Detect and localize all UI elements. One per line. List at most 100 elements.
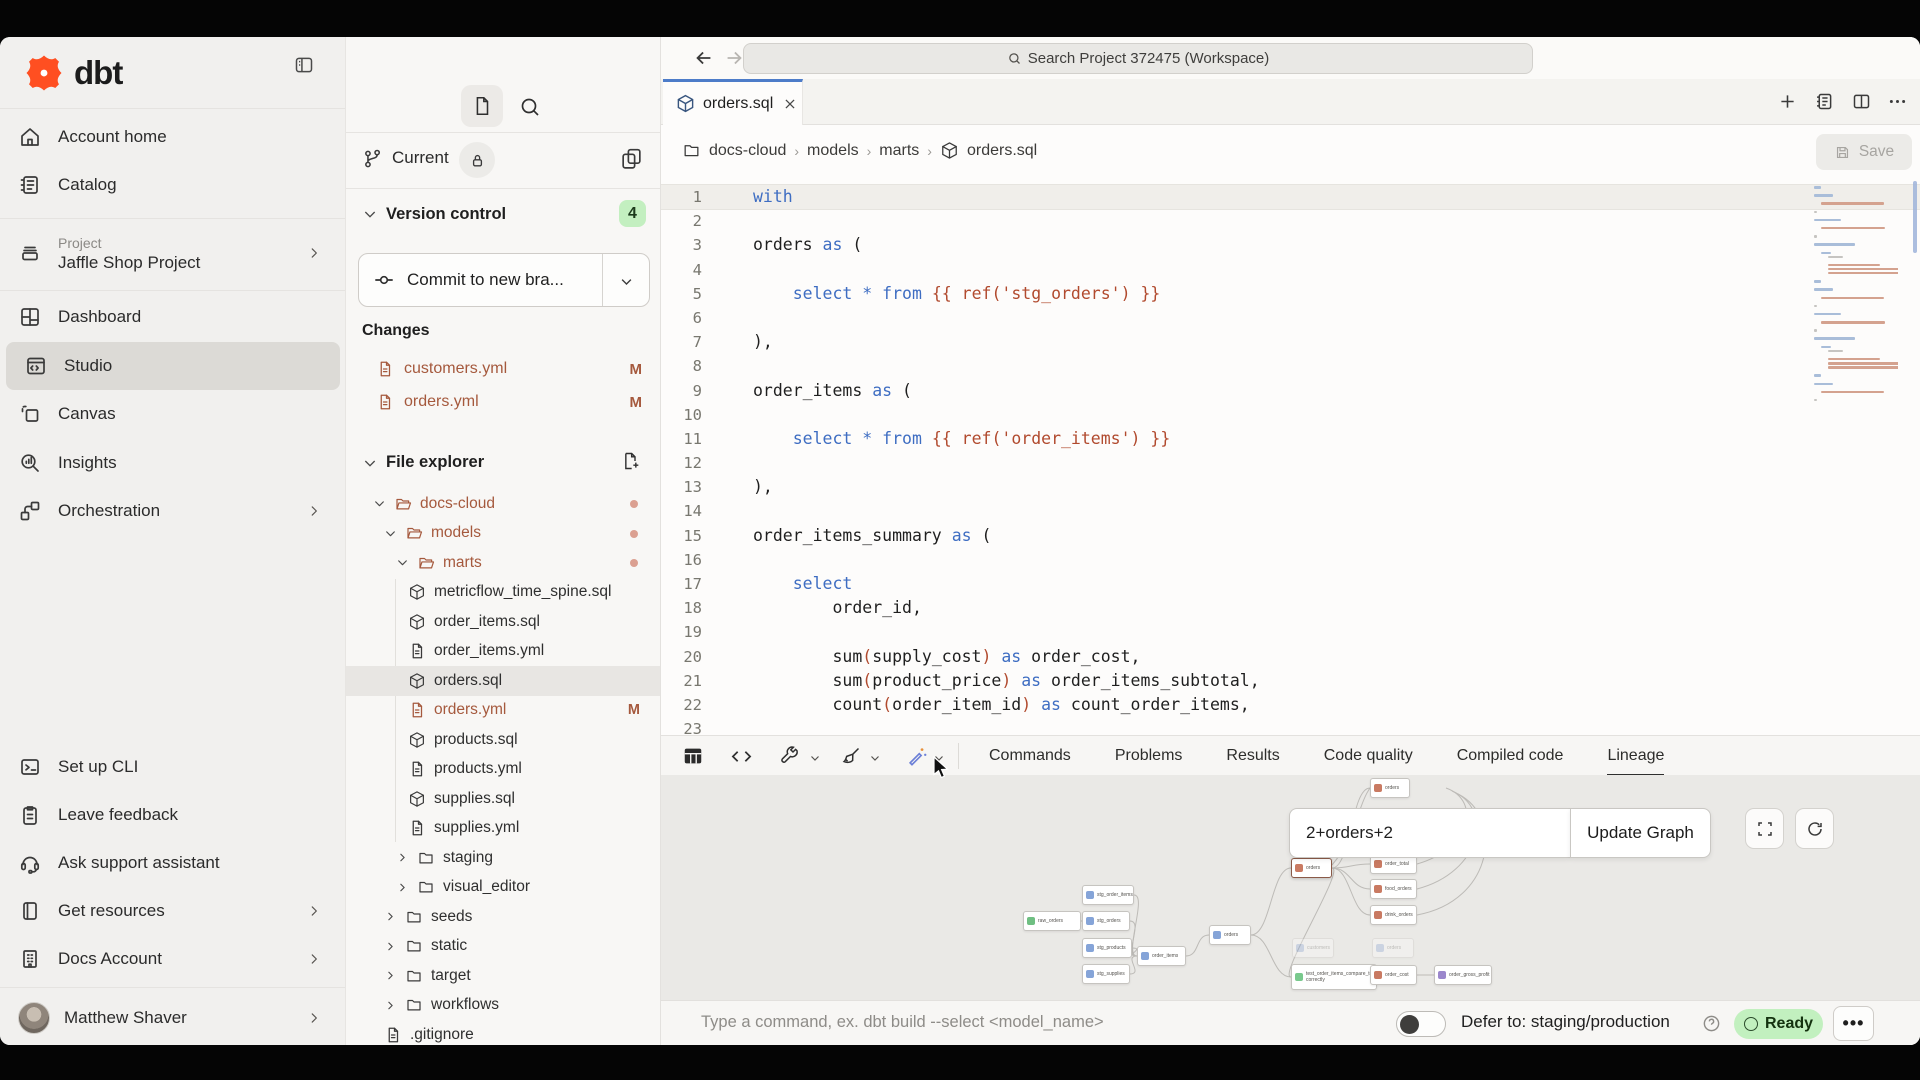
tree-item-orders-sql[interactable]: orders.sql bbox=[346, 666, 660, 696]
lineage-node-orders[interactable]: orders bbox=[1370, 778, 1410, 798]
breadcrumb-item[interactable]: marts bbox=[879, 142, 919, 160]
tree-item-models[interactable]: models bbox=[346, 519, 660, 549]
chevron-right-icon[interactable] bbox=[384, 999, 397, 1012]
tree-item-seeds[interactable]: seeds bbox=[346, 902, 660, 932]
breadcrumb-item[interactable]: orders.sql bbox=[967, 142, 1037, 160]
sidebar-item-catalog[interactable]: Catalog bbox=[0, 161, 345, 209]
copy-files-icon[interactable] bbox=[619, 146, 644, 171]
sidebar-item-dashboard[interactable]: Dashboard bbox=[0, 293, 345, 341]
lineage-node-stg-supplies[interactable]: stg_supplies bbox=[1082, 964, 1130, 984]
files-view-button[interactable] bbox=[461, 85, 503, 127]
sidebar-item-get-resources[interactable]: Get resources bbox=[0, 887, 345, 935]
lineage-node-raw-orders[interactable]: raw_orders bbox=[1023, 911, 1081, 931]
build-dropdown-icon[interactable] bbox=[809, 752, 821, 764]
lineage-node-customers[interactable]: customers bbox=[1292, 938, 1334, 958]
lineage-node-food-orders[interactable]: food_orders bbox=[1370, 879, 1417, 899]
tree-item-order-items-yml[interactable]: order_items.yml bbox=[346, 637, 660, 667]
breadcrumb-item[interactable]: docs-cloud bbox=[709, 142, 786, 160]
lineage-node-stg-orders[interactable]: stg_orders bbox=[1082, 911, 1130, 931]
tab-results[interactable]: Results bbox=[1226, 736, 1279, 776]
tree-item-orders-yml[interactable]: orders.ymlM bbox=[346, 696, 660, 726]
save-button[interactable]: Save bbox=[1816, 134, 1912, 170]
tree-item-marts[interactable]: marts bbox=[346, 548, 660, 578]
lineage-node-orders[interactable]: orders bbox=[1372, 938, 1414, 958]
tab-commands[interactable]: Commands bbox=[989, 736, 1071, 776]
build-wrench-icon[interactable] bbox=[779, 745, 800, 766]
defer-toggle[interactable] bbox=[1396, 1011, 1446, 1037]
help-icon[interactable] bbox=[1702, 1014, 1721, 1033]
lineage-node-order-gross-profit[interactable]: order_gross_profit bbox=[1434, 965, 1492, 985]
sidebar-item-insights[interactable]: Insights bbox=[0, 439, 345, 487]
tab-compiled-code[interactable]: Compiled code bbox=[1457, 736, 1564, 776]
tree-item-docs-cloud[interactable]: docs-cloud bbox=[346, 489, 660, 519]
sidebar-item-project[interactable]: ProjectJaffle Shop Project bbox=[0, 223, 345, 283]
file-explorer-chevron-icon[interactable] bbox=[362, 455, 378, 471]
sidebar-item-leave-feedback[interactable]: Leave feedback bbox=[0, 791, 345, 839]
lineage-node-order-cost[interactable]: order_cost bbox=[1370, 965, 1417, 985]
chevron-right-icon[interactable] bbox=[384, 910, 397, 923]
tree-item-target[interactable]: target bbox=[346, 961, 660, 991]
chevron-right-icon[interactable] bbox=[396, 881, 409, 894]
lineage-node-order-items[interactable]: order_items bbox=[1137, 946, 1186, 966]
refresh-button[interactable] bbox=[1795, 808, 1834, 849]
tree-item-visual-editor[interactable]: visual_editor bbox=[346, 873, 660, 903]
catalog-panel-icon[interactable] bbox=[1814, 91, 1835, 112]
commit-button[interactable]: Commit to new bra... bbox=[358, 253, 650, 307]
new-file-icon[interactable] bbox=[620, 451, 640, 471]
tab-orders-sql[interactable]: orders.sql bbox=[663, 79, 803, 125]
chevron-right-icon[interactable] bbox=[384, 940, 397, 953]
clean-broom-icon[interactable] bbox=[841, 745, 862, 766]
update-graph-button[interactable]: Update Graph bbox=[1570, 808, 1711, 858]
tree-item-workflows[interactable]: workflows bbox=[346, 991, 660, 1021]
sidebar-item-set-up-cli[interactable]: Set up CLI bbox=[0, 743, 345, 791]
tab-problems[interactable]: Problems bbox=[1115, 736, 1183, 776]
tree-item-order-items-sql[interactable]: order_items.sql bbox=[346, 607, 660, 637]
version-control-chevron-icon[interactable] bbox=[362, 206, 378, 222]
chevron-right-icon[interactable] bbox=[384, 969, 397, 982]
lineage-node-orders[interactable]: orders bbox=[1209, 925, 1251, 945]
panel-search-icon[interactable] bbox=[518, 95, 542, 119]
magic-wand-icon[interactable] bbox=[906, 745, 928, 767]
status-more-button[interactable]: ••• bbox=[1833, 1006, 1874, 1041]
tree-item-staging[interactable]: staging bbox=[346, 843, 660, 873]
breadcrumb-item[interactable]: models bbox=[807, 142, 859, 160]
sidebar-item-docs-account[interactable]: Docs Account bbox=[0, 935, 345, 983]
lineage-selector-input[interactable]: 2+orders+2 bbox=[1289, 808, 1570, 858]
back-arrow-icon[interactable] bbox=[693, 47, 715, 69]
tree-item-static[interactable]: static bbox=[346, 932, 660, 962]
close-tab-icon[interactable] bbox=[783, 97, 797, 111]
sidebar-item-account-home[interactable]: Account home bbox=[0, 113, 345, 161]
lineage-node-stg-products[interactable]: stg_products bbox=[1082, 938, 1132, 958]
commit-dropdown-icon[interactable] bbox=[619, 274, 634, 289]
project-search-input[interactable]: Search Project 372475 (Workspace) bbox=[743, 43, 1533, 74]
tab-options-ellipsis-icon[interactable] bbox=[1887, 91, 1908, 112]
tab-lineage[interactable]: Lineage bbox=[1607, 736, 1664, 776]
tree-item-supplies-yml[interactable]: supplies.yml bbox=[346, 814, 660, 844]
sidebar-item-canvas[interactable]: Canvas bbox=[0, 390, 345, 438]
tree-item-supplies-sql[interactable]: supplies.sql bbox=[346, 784, 660, 814]
tree-item-gitignore[interactable]: .gitignore bbox=[346, 1020, 660, 1045]
code-icon[interactable] bbox=[730, 745, 753, 768]
changed-file-customers-yml[interactable]: customers.ymlM bbox=[346, 354, 660, 384]
lineage-node-orders[interactable]: orders bbox=[1291, 858, 1332, 878]
editor-scrollbar[interactable] bbox=[1913, 181, 1917, 253]
current-branch-row[interactable]: Current bbox=[346, 132, 660, 188]
chevron-down-icon[interactable] bbox=[396, 556, 409, 569]
tab-code-quality[interactable]: Code quality bbox=[1324, 736, 1413, 776]
lineage-node-stg-order-items[interactable]: stg_order_items bbox=[1082, 885, 1134, 905]
editor-minimap[interactable] bbox=[1814, 186, 1898, 401]
sidebar-collapse-icon[interactable] bbox=[293, 55, 315, 75]
sidebar-item-studio[interactable]: Studio bbox=[6, 342, 340, 390]
fullscreen-button[interactable] bbox=[1745, 808, 1784, 849]
changed-file-orders-yml[interactable]: orders.ymlM bbox=[346, 387, 660, 417]
tree-item-metricflow-time-spine-sql[interactable]: metricflow_time_spine.sql bbox=[346, 578, 660, 608]
sidebar-item-user[interactable]: Matthew Shaver bbox=[0, 994, 345, 1042]
tree-item-products-sql[interactable]: products.sql bbox=[346, 725, 660, 755]
sidebar-item-orchestration[interactable]: Orchestration bbox=[0, 487, 345, 535]
chevron-down-icon[interactable] bbox=[373, 497, 386, 510]
chevron-down-icon[interactable] bbox=[384, 527, 397, 540]
lineage-node-drink-orders[interactable]: drink_orders bbox=[1370, 905, 1417, 925]
sidebar-item-ask-support-assistant[interactable]: Ask support assistant bbox=[0, 839, 345, 887]
chevron-right-icon[interactable] bbox=[396, 851, 409, 864]
split-pane-icon[interactable] bbox=[1851, 91, 1872, 112]
